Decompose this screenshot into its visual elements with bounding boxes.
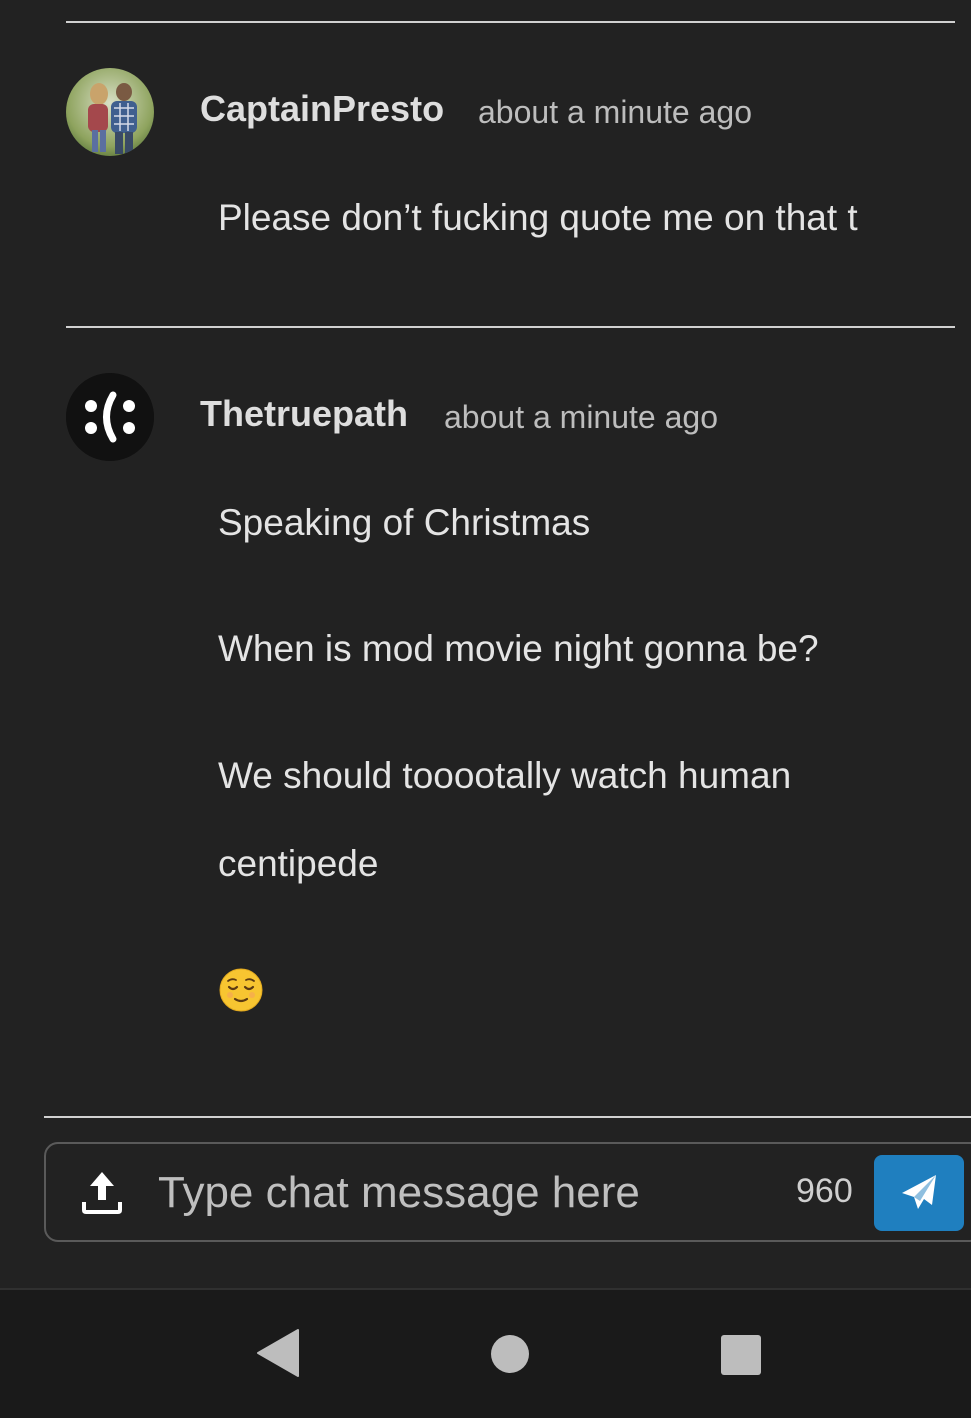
message-divider <box>66 326 955 328</box>
chat-screen: CaptainPresto about a minute ago Please … <box>0 0 971 1418</box>
relieved-face-emoji-icon <box>219 968 263 1012</box>
paper-plane-icon <box>902 1175 936 1209</box>
home-button[interactable] <box>490 1334 530 1374</box>
chat-message-input[interactable] <box>158 1160 758 1226</box>
couple-photo-avatar-icon <box>66 68 154 156</box>
message-timestamp: about a minute ago <box>444 399 718 435</box>
back-triangle-icon <box>257 1329 299 1377</box>
character-counter: 960 <box>796 1172 853 1210</box>
message-text: Speaking of Christmas <box>218 502 591 543</box>
avatar-thetruepath[interactable] <box>66 373 154 461</box>
username[interactable]: Thetruepath <box>200 393 408 435</box>
back-button[interactable] <box>256 1328 300 1378</box>
recents-button[interactable] <box>720 1334 762 1376</box>
recents-square-icon <box>721 1335 761 1375</box>
message-divider <box>66 21 955 23</box>
message-text: Please don’t fucking quote me on that t <box>218 197 858 238</box>
message-text: centipede <box>218 843 379 884</box>
upload-button[interactable] <box>80 1168 124 1216</box>
system-navigation-bar <box>0 1288 971 1418</box>
composer-divider <box>44 1116 971 1118</box>
send-button[interactable] <box>874 1155 964 1231</box>
message-timestamp: about a minute ago <box>478 94 752 130</box>
sad-face-logo-avatar-icon <box>66 373 154 461</box>
username[interactable]: CaptainPresto <box>200 88 444 130</box>
avatar-captainpresto[interactable] <box>66 68 154 156</box>
message-text: We should tooootally watch human <box>218 755 792 796</box>
message-text: When is mod movie night gonna be? <box>218 628 819 669</box>
upload-icon <box>82 1172 122 1214</box>
home-circle-icon <box>491 1335 529 1373</box>
